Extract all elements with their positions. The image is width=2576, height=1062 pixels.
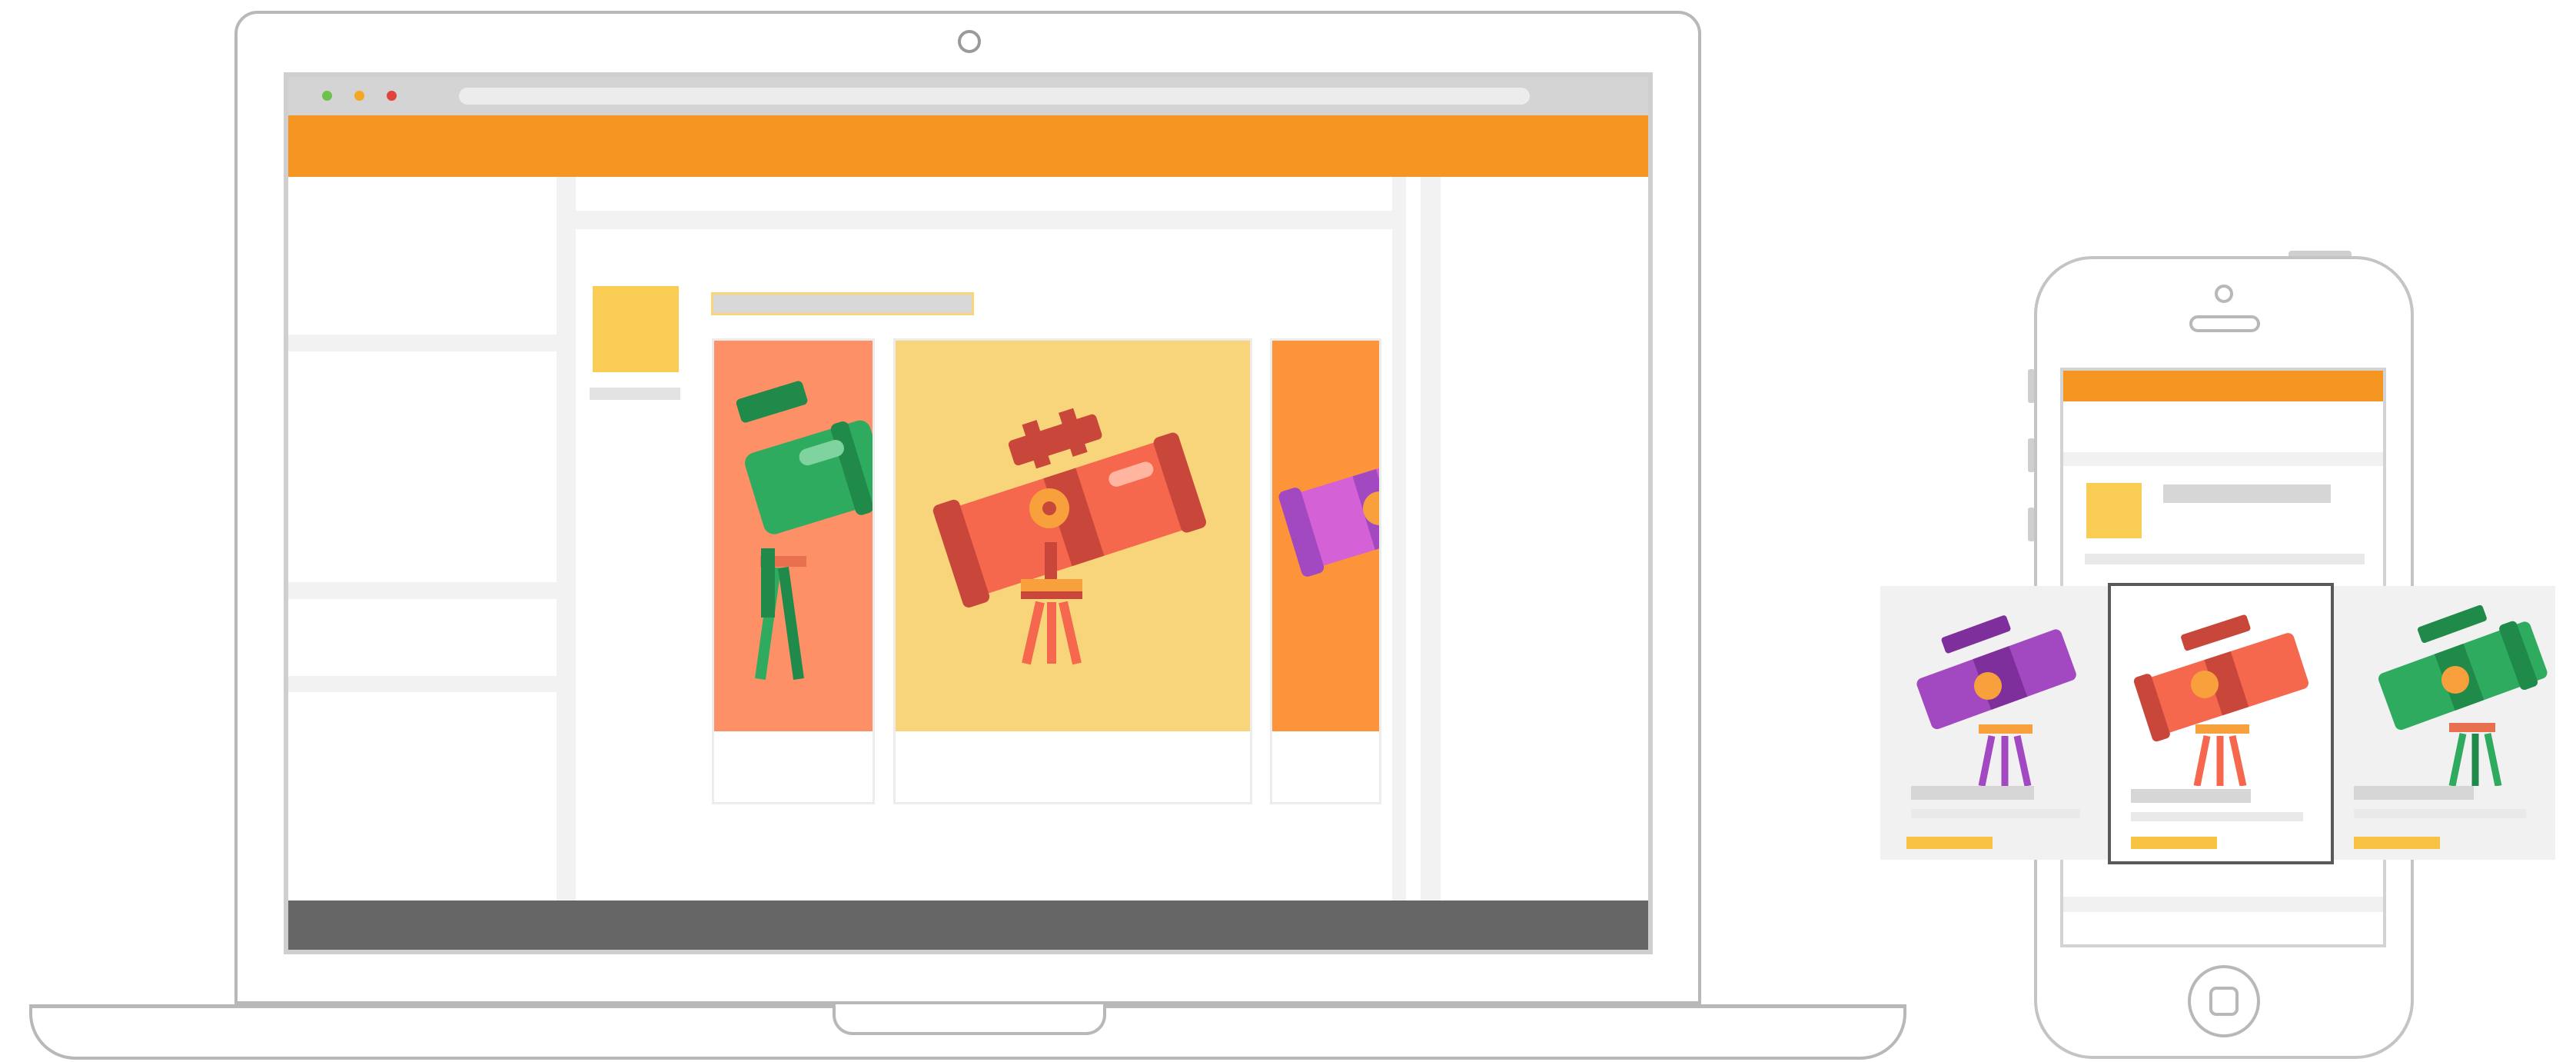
card-text-line — [2131, 812, 2303, 821]
card-button-bar[interactable] — [2354, 837, 2440, 849]
red-telescope-icon — [2133, 614, 2308, 786]
left-sidebar — [288, 177, 560, 901]
window-close-dot[interactable] — [387, 91, 397, 101]
carousel-card[interactable] — [893, 338, 1252, 804]
mobile-divider — [2063, 897, 2383, 912]
address-bar[interactable] — [459, 88, 1530, 105]
carousel-card[interactable] — [1270, 338, 1381, 804]
front-camera-icon — [2215, 285, 2233, 303]
main-column — [560, 177, 1406, 901]
card-text-line — [1911, 809, 2080, 818]
window-minimize-dot[interactable] — [354, 91, 364, 101]
selected-carousel-card[interactable] — [2108, 583, 2334, 864]
sidebar-block — [288, 177, 557, 335]
sidebar-block — [288, 351, 557, 582]
card-button-bar[interactable] — [1906, 837, 1993, 849]
card-title-line — [2131, 789, 2251, 803]
card-text-line — [2354, 809, 2526, 818]
mobile-header — [2063, 371, 2383, 401]
home-square-icon — [2209, 987, 2239, 1016]
red-telescope-icon — [932, 408, 1206, 665]
mobile-avatar — [2086, 483, 2142, 538]
card-image — [896, 341, 1250, 731]
card-title-line — [1911, 786, 2034, 800]
laptop-screen — [284, 72, 1653, 954]
mobile-carousel — [1880, 583, 2555, 864]
mobile-divider — [2063, 452, 2383, 466]
purple-telescope-icon — [1278, 462, 1379, 577]
avatar — [593, 286, 679, 372]
site-footer — [288, 901, 1648, 950]
avatar-caption — [590, 388, 680, 400]
main-top-block — [576, 177, 1392, 211]
main-content-block — [576, 229, 1392, 901]
browser-toolbar — [288, 77, 1648, 115]
right-gutter — [1421, 177, 1441, 901]
mobile-title-placeholder — [2163, 484, 2331, 503]
carousel-card[interactable] — [712, 338, 875, 804]
card-image — [1272, 341, 1379, 731]
card-title-line — [2354, 786, 2474, 800]
speaker-grille — [2189, 315, 2260, 332]
sidebar-block — [288, 692, 557, 901]
site-header — [288, 115, 1648, 177]
camera-icon — [958, 30, 981, 53]
mobile-text-line — [2085, 554, 2365, 564]
card-image — [714, 341, 873, 731]
green-telescope-icon — [736, 381, 873, 680]
purple-telescope-icon — [1916, 615, 2076, 786]
card-button-bar[interactable] — [2131, 837, 2217, 849]
window-maximize-dot[interactable] — [322, 91, 332, 101]
laptop-trackpad-notch — [833, 1004, 1106, 1035]
sidebar-block — [288, 599, 557, 676]
title-placeholder — [711, 292, 974, 315]
green-telescope-icon — [2378, 604, 2548, 786]
